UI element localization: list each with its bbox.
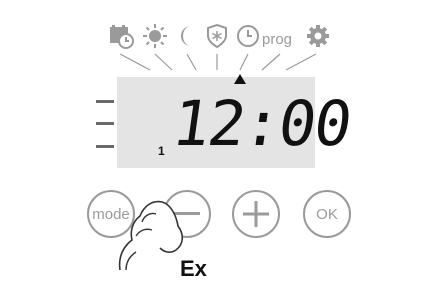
level-bar-bottom <box>96 145 114 148</box>
level-bar-top <box>96 100 114 103</box>
day-number: 1 <box>158 144 165 158</box>
time-readout: 12:00 <box>167 87 355 160</box>
level-bar-middle <box>96 122 114 125</box>
thermostat-panel: prog 12:00 1 mode OK Ex <box>0 0 433 281</box>
plus-icon <box>243 201 269 227</box>
lcd-display: 12:00 1 <box>117 74 355 168</box>
ok-button-label: OK <box>316 205 338 223</box>
caption-text: Ex <box>180 256 207 281</box>
plus-button[interactable] <box>232 190 280 238</box>
ok-button[interactable]: OK <box>303 190 351 238</box>
